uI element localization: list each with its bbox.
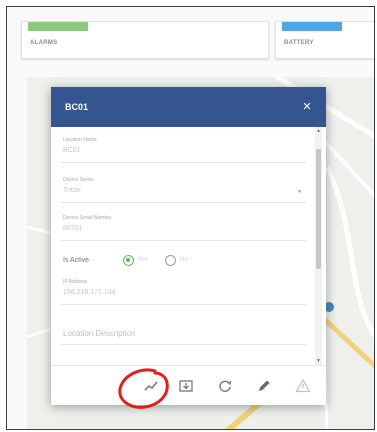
device-serial-field[interactable]: Device Serial Number 80701 — [61, 215, 306, 241]
warning-icon[interactable] — [293, 376, 313, 396]
chevron-down-icon: ▼ — [297, 189, 302, 195]
battery-card[interactable]: BATTERY — [275, 21, 374, 59]
is-active-label: Is Active — [63, 257, 90, 264]
location-description-field[interactable]: Location Description — [61, 321, 306, 345]
scroll-up-icon[interactable]: ▲ — [316, 128, 321, 134]
ip-address-label: IP Address — [63, 279, 88, 285]
is-active-no-radio[interactable] — [165, 255, 176, 266]
refresh-icon[interactable] — [215, 376, 235, 396]
modal-header: BC01 × — [51, 87, 326, 127]
device-series-select[interactable]: Device Series Triton ▼ — [61, 177, 306, 203]
alarms-label: ALARMS — [30, 40, 58, 46]
modal-toolbar — [51, 365, 326, 405]
is-active-yes-label: Yes — [138, 257, 148, 263]
battery-color-bar — [282, 22, 342, 31]
location-name-field[interactable]: Location Name BC01 — [61, 137, 306, 163]
is-active-row: Is Active Yes No — [61, 251, 306, 271]
device-modal: BC01 × Location Name BC01 Device Series … — [51, 87, 326, 405]
alarms-color-bar — [28, 22, 88, 31]
close-icon[interactable]: × — [298, 98, 316, 116]
is-active-no-label: No — [180, 257, 188, 263]
modal-body: Location Name BC01 Device Series Triton … — [51, 127, 326, 365]
chart-icon[interactable] — [141, 376, 161, 396]
modal-title: BC01 — [65, 102, 89, 112]
location-description-placeholder: Location Description — [63, 329, 136, 338]
ip-address-field[interactable]: IP Address 166.218.172.144 — [61, 279, 306, 305]
device-serial-label: Device Serial Number — [63, 215, 112, 221]
device-serial-value: 80701 — [63, 225, 83, 232]
download-icon[interactable] — [176, 376, 196, 396]
location-name-value: BC01 — [63, 147, 81, 154]
scroll-down-icon[interactable]: ▼ — [316, 358, 321, 364]
device-series-label: Device Series — [63, 177, 94, 183]
is-active-yes-radio[interactable] — [123, 255, 134, 266]
app-frame: ALARMS BATTERY BC01 × Location Name BC01 — [6, 6, 375, 430]
edit-icon[interactable] — [254, 376, 274, 396]
device-series-value: Triton — [63, 187, 81, 194]
alarms-card[interactable]: ALARMS — [21, 21, 269, 59]
modal-scrollbar[interactable]: ▲ ▼ — [315, 127, 322, 365]
battery-label: BATTERY — [284, 40, 314, 46]
location-name-label: Location Name — [63, 137, 97, 143]
scroll-thumb[interactable] — [316, 149, 321, 269]
ip-address-value: 166.218.172.144 — [63, 289, 116, 296]
